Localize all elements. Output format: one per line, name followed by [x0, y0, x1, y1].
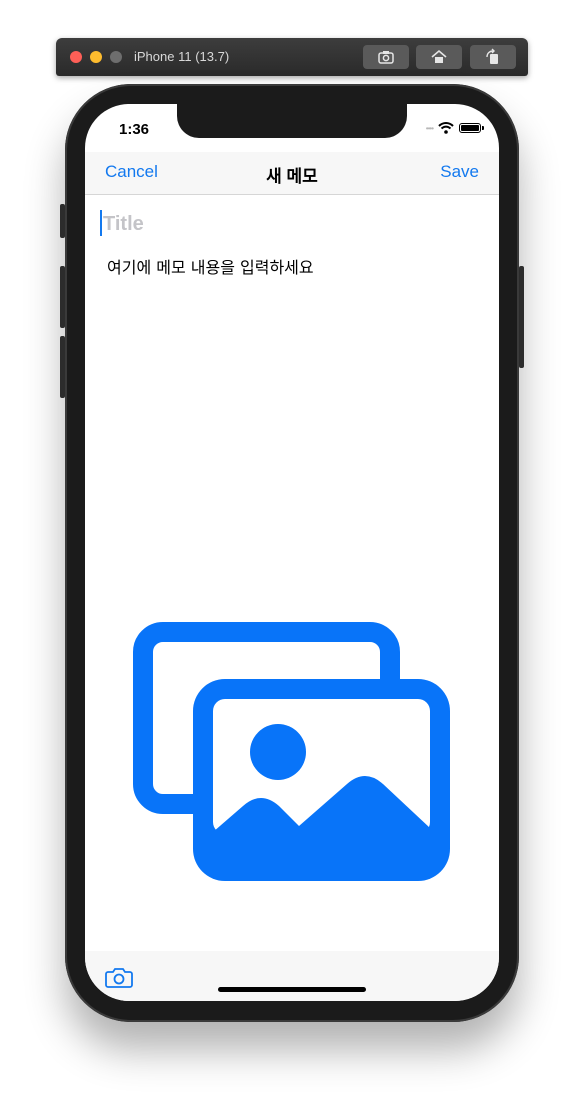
screenshot-icon [378, 51, 394, 64]
screenshot-button[interactable] [363, 45, 409, 69]
minimize-window-button[interactable] [90, 51, 102, 63]
status-time: 1:36 [119, 121, 150, 138]
phone-screen: 1:36 •••• Cancel 새 메모 Save [85, 104, 499, 1001]
save-button[interactable]: Save [440, 162, 479, 182]
home-icon [431, 49, 447, 63]
page-title: 새 메모 [266, 167, 318, 186]
camera-icon[interactable] [105, 965, 133, 989]
signal-icon: •••• [425, 123, 434, 133]
bottom-toolbar [85, 951, 499, 1001]
status-indicators: •••• [425, 122, 484, 134]
title-input[interactable] [101, 210, 485, 238]
mute-switch [60, 204, 65, 238]
photos-icon [133, 622, 450, 881]
wifi-icon [438, 122, 454, 134]
home-button[interactable] [416, 45, 462, 69]
volume-down-button [60, 336, 65, 398]
home-indicator[interactable] [218, 987, 366, 992]
close-window-button[interactable] [70, 51, 82, 63]
power-button [519, 266, 524, 368]
navigation-bar: Cancel 새 메모 Save [85, 152, 499, 195]
notch [177, 104, 407, 138]
volume-up-button [60, 266, 65, 328]
simulator-title: iPhone 11 (13.7) [134, 49, 230, 64]
simulator-titlebar: iPhone 11 (13.7) [56, 38, 528, 76]
zoom-window-button[interactable] [110, 51, 122, 63]
rotate-button[interactable] [470, 45, 516, 69]
text-cursor [100, 210, 102, 236]
rotate-icon [486, 48, 498, 64]
battery-icon [459, 123, 484, 133]
